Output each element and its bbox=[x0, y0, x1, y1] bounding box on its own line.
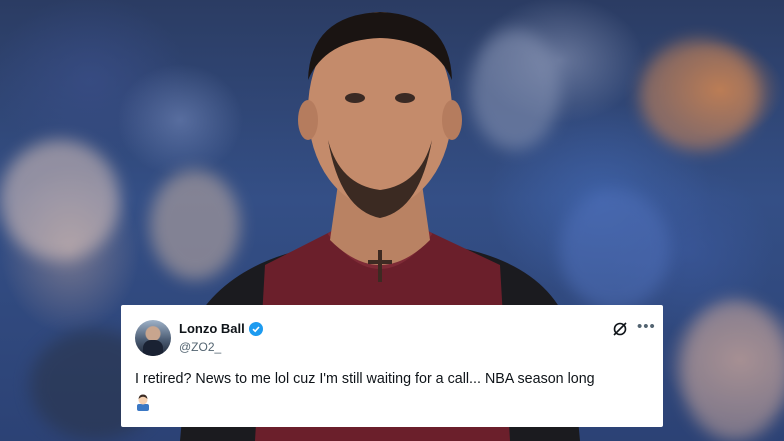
tweet-text: I retired? News to me lol cuz I'm still … bbox=[135, 371, 595, 387]
avatar[interactable] bbox=[135, 320, 171, 356]
crowd-spectator bbox=[0, 140, 120, 260]
crowd-spectator bbox=[640, 40, 760, 150]
user-handle[interactable]: @ZO2_ bbox=[179, 340, 221, 354]
more-options-icon[interactable]: ••• bbox=[637, 319, 656, 335]
crowd-spectator bbox=[680, 300, 784, 440]
man-emoji-icon bbox=[137, 394, 149, 411]
display-name-text[interactable]: Lonzo Ball bbox=[179, 321, 245, 336]
grok-icon[interactable] bbox=[612, 321, 628, 337]
display-name[interactable]: Lonzo Ball bbox=[179, 321, 263, 336]
verified-badge-icon bbox=[248, 321, 263, 336]
tweet-card[interactable]: Lonzo Ball @ZO2_ ••• I retired? News to … bbox=[121, 305, 663, 427]
